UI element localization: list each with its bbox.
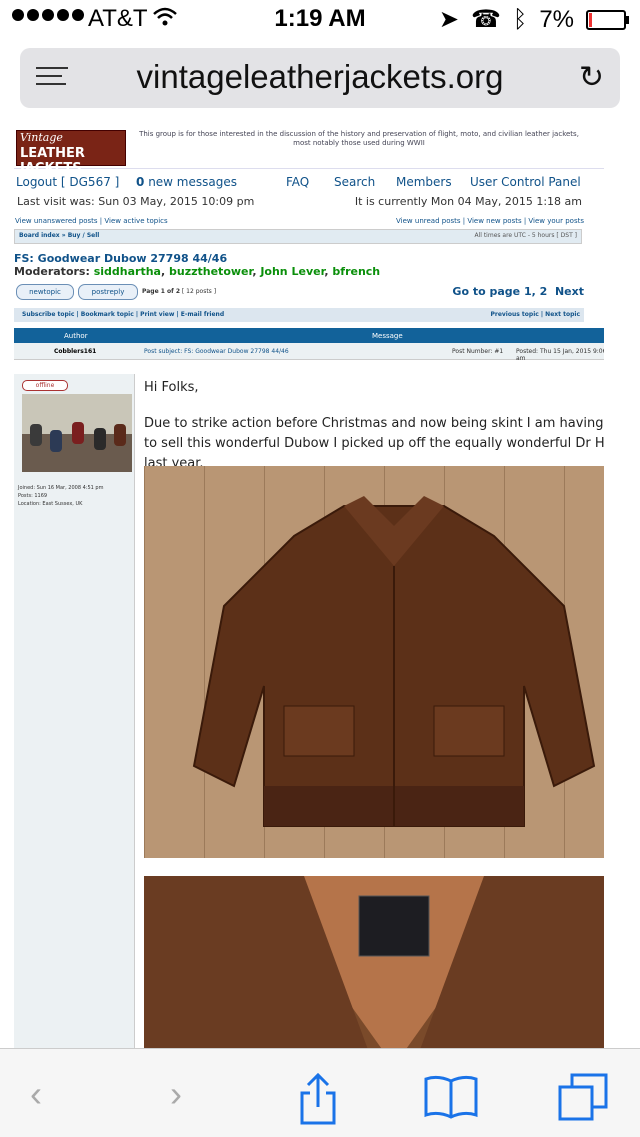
last-visit: Last visit was: Sun 03 May, 2015 10:09 p… xyxy=(17,195,255,208)
status-bar: AT&T 1:19 AM ➤ ☎ ᛒ 7% xyxy=(0,0,640,40)
bluetooth-icon: ᛒ xyxy=(512,5,528,33)
status-badge: offline xyxy=(22,380,68,391)
breadcrumb-path[interactable]: Board index » Buy / Sell xyxy=(19,232,99,239)
post-greeting: Hi Folks, xyxy=(144,380,199,395)
next-page-link[interactable]: Next xyxy=(555,285,584,298)
avatar[interactable] xyxy=(22,394,132,472)
ucp-link[interactable]: User Control Panel xyxy=(470,175,581,189)
site-logo[interactable]: Vintage LEATHER JACKETS xyxy=(16,130,126,176)
prev-next-topic[interactable]: Previous topic | Next topic xyxy=(490,311,580,318)
logo-line1: Vintage xyxy=(20,131,63,144)
forward-icon[interactable]: › xyxy=(170,1073,182,1115)
site-description: This group is for those interested in th… xyxy=(139,130,579,147)
post-count: Posts: 1169 xyxy=(18,493,48,499)
page-2-link[interactable]: 2 xyxy=(540,285,548,298)
post-text: Due to strike action before Christmas an… xyxy=(144,416,604,471)
pagination: Go to page 1, 2 Next xyxy=(452,285,584,298)
page-of: Page 1 of 2 xyxy=(142,288,180,295)
new-topic-label: newtopic xyxy=(29,288,61,296)
quick-links-left[interactable]: View unanswered posts | View active topi… xyxy=(15,217,168,225)
post-date: Posted: Thu 15 Jan, 2015 9:06 am xyxy=(516,348,604,362)
moderators-label: Moderators: xyxy=(14,265,90,278)
post-reply-button[interactable]: postreply xyxy=(78,284,138,300)
address-bar[interactable]: vintageleatherjackets.org ↻ xyxy=(20,48,620,108)
post-author[interactable]: Cobblers161 xyxy=(54,348,96,355)
post-subject: Post subject: FS: Goodwear Dubow 27798 4… xyxy=(144,348,289,355)
moderator-link[interactable]: bfrench xyxy=(332,265,380,278)
topic-actions: newtopic postreply Page 1 of 2 [ 12 post… xyxy=(14,284,590,306)
quick-links: View unanswered posts | View active topi… xyxy=(14,213,604,225)
site-header: Vintage LEATHER JACKETS This group is fo… xyxy=(14,120,604,176)
browser-toolbar: ‹ › xyxy=(0,1048,640,1137)
topic-tools: Subscribe topic | Bookmark topic | Print… xyxy=(14,308,584,322)
page-1: 1 xyxy=(523,285,532,298)
post-number[interactable]: Post Number: #1 xyxy=(452,348,503,355)
message-header: Message xyxy=(372,332,403,340)
timezone-info: All times are UTC - 5 hours [ DST ] xyxy=(474,232,577,239)
post-header-row: Cobblers161 Post subject: FS: Goodwear D… xyxy=(14,343,604,362)
jacket-photo[interactable] xyxy=(144,466,604,858)
back-icon[interactable]: ‹ xyxy=(30,1073,42,1115)
posts-count: [ 12 posts ] xyxy=(181,288,217,295)
tabs-icon[interactable] xyxy=(558,1073,608,1132)
tty-icon: ☎ xyxy=(471,6,501,33)
moderator-link[interactable]: siddhartha xyxy=(94,265,161,278)
jacket-detail-photo[interactable] xyxy=(144,876,604,1048)
web-page: Vintage LEATHER JACKETS This group is fo… xyxy=(14,120,604,1048)
bookmarks-icon[interactable] xyxy=(424,1073,478,1128)
battery-icon xyxy=(586,9,629,30)
moderators: Moderators: siddhartha, buzzthetower, Jo… xyxy=(14,265,381,278)
post-body: Hi Folks, Due to strike action before Ch… xyxy=(144,378,604,474)
new-topic-button[interactable]: newtopic xyxy=(16,284,74,300)
moderator-link[interactable]: John Lever xyxy=(260,265,324,278)
members-link[interactable]: Members xyxy=(396,175,452,189)
user-nav: Logout [ DG567 ] 0 new messages FAQ Sear… xyxy=(14,169,604,189)
faq-link[interactable]: FAQ xyxy=(286,175,309,189)
post-reply-label: postreply xyxy=(91,288,125,296)
location-arrow-icon: ➤ xyxy=(438,6,459,33)
moderator-link[interactable]: buzzthetower xyxy=(169,265,252,278)
goto-label: Go to page xyxy=(452,285,521,298)
visit-info: Last visit was: Sun 03 May, 2015 10:09 p… xyxy=(14,189,604,213)
share-icon[interactable] xyxy=(298,1072,338,1134)
messages-link[interactable]: 0 new messages xyxy=(136,175,237,189)
quick-links-right[interactable]: View unread posts | View new posts | Vie… xyxy=(396,217,584,225)
breadcrumb: Board index » Buy / Sell All times are U… xyxy=(14,229,582,244)
search-link[interactable]: Search xyxy=(334,175,375,189)
battery-percent: 7% xyxy=(539,5,574,33)
topic-tools-links[interactable]: Subscribe topic | Bookmark topic | Print… xyxy=(22,311,224,318)
logout-link[interactable]: Logout [ DG567 ] xyxy=(16,175,119,189)
author-header: Author xyxy=(64,332,88,340)
author-profile: offline Joined: Sun 16 Mar, 2008 4:51 pm… xyxy=(14,374,135,1048)
current-time: It is currently Mon 04 May, 2015 1:18 am xyxy=(354,195,582,208)
url-text[interactable]: vintageleatherjackets.org xyxy=(20,58,620,96)
messages-label: new messages xyxy=(148,175,237,189)
reload-icon[interactable]: ↻ xyxy=(579,60,604,95)
topic-title[interactable]: FS: Goodwear Dubow 27798 44/46 xyxy=(14,252,604,265)
messages-count: 0 xyxy=(136,175,145,189)
joined-date: Joined: Sun 16 Mar, 2008 4:51 pm xyxy=(18,485,104,491)
author-info: Joined: Sun 16 Mar, 2008 4:51 pm Posts: … xyxy=(18,484,103,508)
page-indicator: Page 1 of 2 [ 12 posts ] xyxy=(142,288,216,295)
table-header: Author Message xyxy=(14,328,604,343)
location: Location: East Sussex, UK xyxy=(18,501,83,507)
